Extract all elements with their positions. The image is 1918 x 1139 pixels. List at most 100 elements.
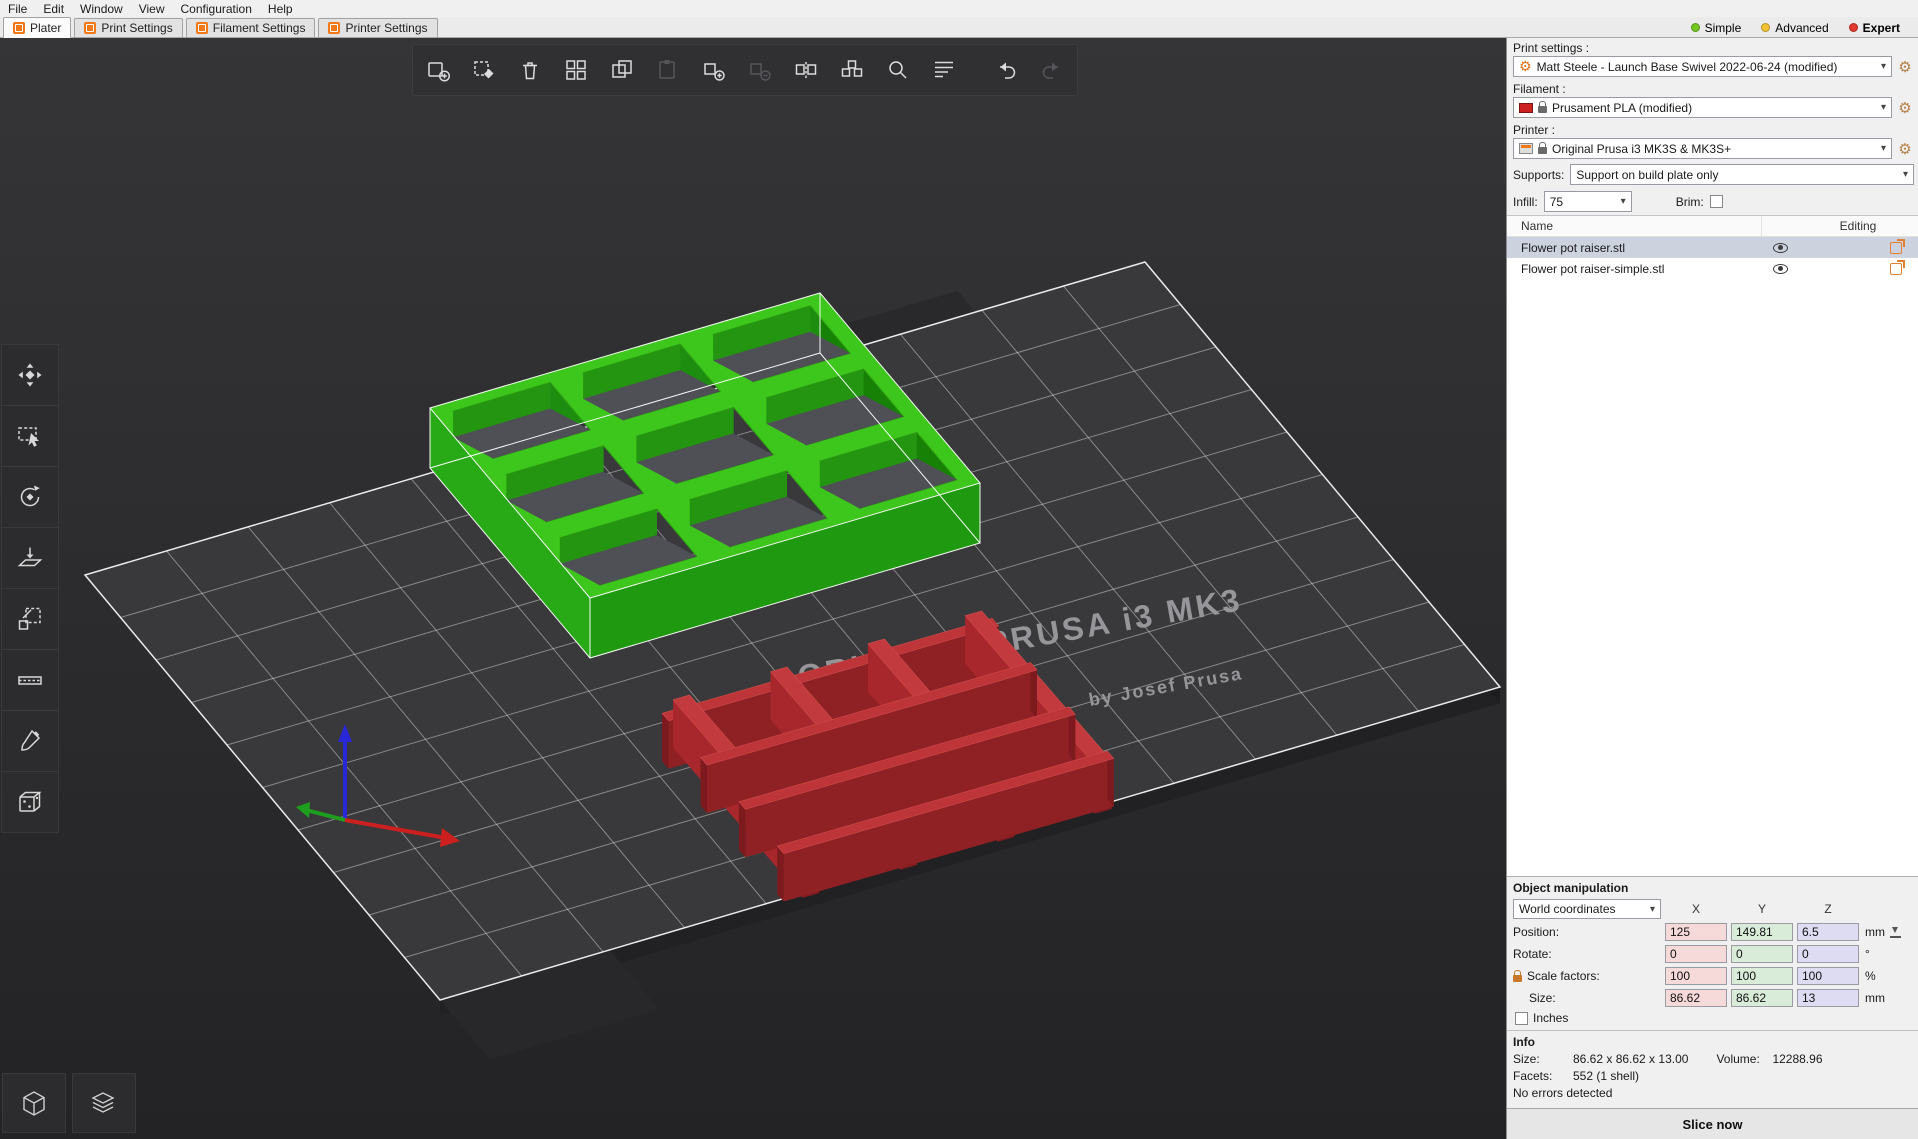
remove-instance-button[interactable] [737,47,783,93]
search-button[interactable] [875,47,921,93]
split-to-objects-icon [793,57,819,83]
arrange-button[interactable] [553,47,599,93]
size-x-input[interactable] [1665,989,1727,1007]
filament-edit-gear-button[interactable]: ⚙ [1896,99,1914,117]
select-rectangle-tool-button[interactable] [1,405,59,467]
tab-printer-settings[interactable]: Printer Settings [318,18,437,37]
size-z-input[interactable] [1797,989,1859,1007]
info-facets-value: 552 (1 shell) [1573,1069,1639,1083]
print-settings-tab-icon [84,22,96,34]
delete-object-button[interactable] [461,47,507,93]
3d-viewport[interactable]: ORIGINAL PRUSA i3 MK3by Josef Prusa [0,38,1506,1139]
chevron-down-icon: ▾ [1621,196,1626,207]
undo-button[interactable] [983,47,1029,93]
object-name: Flower pot raiser.stl [1507,241,1762,255]
inches-label: Inches [1533,1011,1568,1025]
slice-now-button[interactable]: Slice now [1507,1108,1918,1139]
mode-expert-button[interactable]: Expert [1839,18,1910,37]
place-on-face-tool-button[interactable] [1,527,59,589]
printer-edit-gear-button[interactable]: ⚙ [1896,140,1914,158]
menu-help[interactable]: Help [260,2,301,16]
delete-all-button[interactable] [507,47,553,93]
menu-bar: File Edit Window View Configuration Help [0,0,1918,17]
split-to-parts-button[interactable] [829,47,875,93]
cut-tool-button[interactable] [1,649,59,711]
brim-label: Brim: [1676,195,1704,209]
object-row-flower-pot-raiser[interactable]: Flower pot raiser.stl [1507,237,1918,258]
profile-gear-icon: ⚙ [1519,60,1532,74]
position-z-input[interactable] [1797,923,1859,941]
paint-supports-tool-button[interactable] [1,710,59,772]
infill-combo[interactable]: 75 ▾ [1544,191,1632,212]
coordinates-value: World coordinates [1519,902,1645,916]
tab-filament-settings[interactable]: Filament Settings [186,18,316,37]
mode-simple-button[interactable]: Simple [1681,18,1752,37]
rotate-z-input[interactable] [1797,945,1859,963]
paste-icon [655,57,681,83]
split-to-objects-button[interactable] [783,47,829,93]
printer-combo[interactable]: Original Prusa i3 MK3S & MK3S+ ▾ [1513,138,1892,159]
print-settings-combo[interactable]: ⚙ Matt Steele - Launch Base Swivel 2022-… [1513,56,1892,77]
mode-switcher: Simple Advanced Expert [1681,18,1918,37]
menu-edit[interactable]: Edit [35,2,72,16]
seam-tool-button[interactable] [1,771,59,833]
scale-z-input[interactable] [1797,967,1859,985]
mode-advanced-label: Advanced [1775,21,1828,35]
menu-configuration[interactable]: Configuration [173,2,260,16]
position-y-input[interactable] [1731,923,1793,941]
redo-button[interactable] [1029,47,1075,93]
info-size-line: Size:86.62 x 86.62 x 13.00Volume:12288.9… [1513,1051,1912,1068]
layers-view-button[interactable] [72,1073,136,1133]
inches-checkbox[interactable] [1515,1012,1528,1025]
isometric-view-button[interactable] [2,1073,66,1133]
position-label: Position: [1513,925,1661,939]
visibility-eye-icon[interactable] [1773,264,1788,274]
tab-print-settings[interactable]: Print Settings [74,18,182,37]
drop-to-bed-icon[interactable] [1889,926,1902,939]
filament-combo[interactable]: Prusament PLA (modified) ▾ [1513,97,1892,118]
edit-object-icon[interactable] [1890,263,1902,275]
redo-icon [1039,57,1065,83]
scale-tool-button[interactable] [1,588,59,650]
menu-file[interactable]: File [0,2,35,16]
variable-layer-height-button[interactable] [921,47,967,93]
delete-object-icon [471,57,497,83]
plater-tab-icon [13,22,25,34]
brim-checkbox[interactable] [1710,195,1723,208]
axis-header-x: X [1665,902,1727,916]
paste-button[interactable] [645,47,691,93]
mode-advanced-button[interactable]: Advanced [1751,18,1838,37]
coordinates-combo[interactable]: World coordinates ▾ [1513,899,1661,919]
visibility-eye-icon[interactable] [1773,243,1788,253]
scale-x-input[interactable] [1665,967,1727,985]
tab-filament-settings-label: Filament Settings [213,21,306,35]
size-y-input[interactable] [1731,989,1793,1007]
tab-printer-settings-label: Printer Settings [345,21,427,35]
3d-scene[interactable]: ORIGINAL PRUSA i3 MK3by Josef Prusa [0,38,1506,1139]
add-object-button[interactable] [415,47,461,93]
chevron-down-icon: ▾ [1881,143,1886,154]
search-icon [885,57,911,83]
tab-plater[interactable]: Plater [3,17,71,38]
remove-instance-icon [747,57,773,83]
move-tool-button[interactable] [1,344,59,406]
undo-icon [993,57,1019,83]
copy-icon [609,57,635,83]
print-settings-edit-gear-button[interactable]: ⚙ [1896,58,1914,76]
uniform-scale-lock-icon[interactable] [1513,975,1522,982]
menu-view[interactable]: View [131,2,173,16]
place-on-face-icon [16,544,44,572]
object-row-flower-pot-raiser-simple[interactable]: Flower pot raiser-simple.stl [1507,258,1918,279]
add-instance-button[interactable] [691,47,737,93]
rotate-tool-button[interactable] [1,466,59,528]
position-x-input[interactable] [1665,923,1727,941]
rotate-x-input[interactable] [1665,945,1727,963]
supports-combo[interactable]: Support on build plate only ▾ [1570,164,1914,185]
simple-mode-dot-icon [1691,23,1700,32]
edit-object-icon[interactable] [1890,242,1902,254]
rotate-y-input[interactable] [1731,945,1793,963]
cube-view-icon [19,1088,49,1118]
scale-y-input[interactable] [1731,967,1793,985]
copy-button[interactable] [599,47,645,93]
menu-window[interactable]: Window [72,2,131,16]
